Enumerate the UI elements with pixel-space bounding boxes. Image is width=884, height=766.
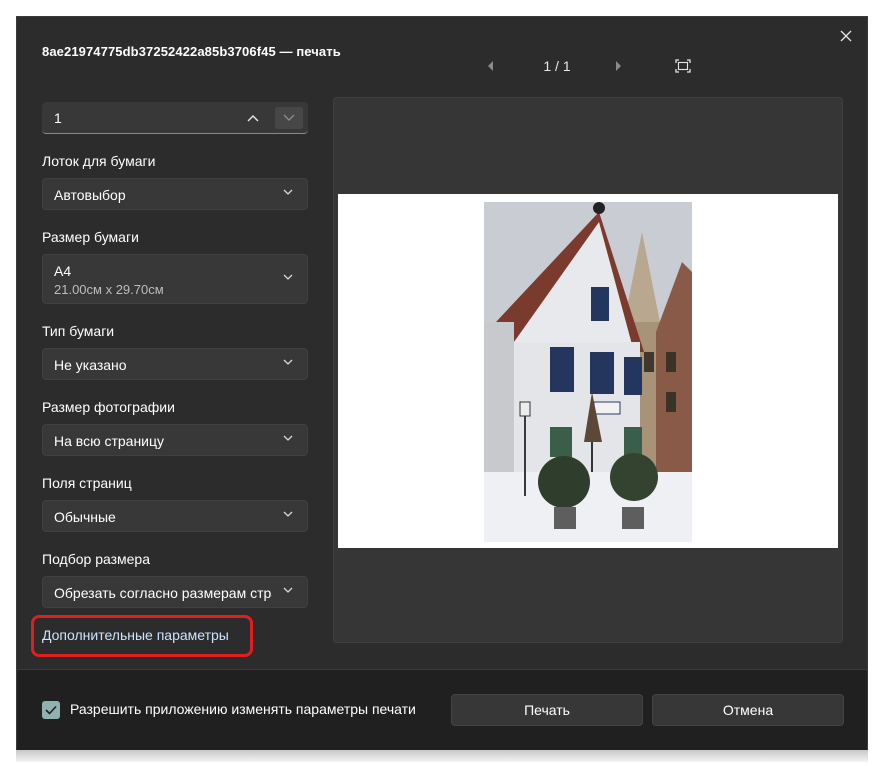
chevron-down-icon — [283, 189, 293, 195]
paper-size-select[interactable]: A4 21.00см x 29.70см — [42, 254, 308, 304]
allow-app-settings-checkbox[interactable] — [42, 701, 60, 719]
chevron-down-icon — [283, 511, 293, 517]
paper-size-value: A4 — [54, 263, 72, 279]
fit-label: Подбор размера — [42, 551, 151, 567]
paper-type-label: Тип бумаги — [42, 323, 115, 339]
paper-size-dimensions: 21.00см x 29.70см — [54, 282, 164, 297]
paper-tray-label: Лоток для бумаги — [42, 153, 156, 169]
paper-type-select[interactable]: Не указано — [42, 348, 308, 380]
chevron-down-icon — [283, 587, 293, 593]
chevron-down-icon — [283, 435, 293, 441]
close-icon — [840, 30, 852, 42]
dialog-title: 8ae21974775db37252422a85b3706f45 — печат… — [42, 44, 341, 59]
chevron-up-icon — [247, 115, 259, 122]
photo-size-label: Размер фотографии — [42, 399, 175, 415]
window-shadow — [16, 750, 868, 762]
chevron-left-icon — [488, 61, 493, 71]
highlight-frame — [31, 615, 253, 657]
copies-increase-button[interactable] — [241, 107, 265, 129]
chevron-right-icon — [616, 61, 621, 71]
paper-tray-select[interactable]: Автовыбор — [42, 178, 308, 210]
chevron-down-icon — [283, 359, 293, 365]
fit-page-icon — [675, 59, 691, 73]
page-indicator: 1 / 1 — [543, 58, 571, 74]
cancel-button[interactable]: Отмена — [652, 694, 844, 726]
fit-page-button[interactable] — [675, 57, 693, 75]
paper-type-value: Не указано — [54, 357, 127, 373]
photo-size-select[interactable]: На всю страницу — [42, 424, 308, 456]
chevron-down-icon — [283, 274, 293, 280]
copies-decrease-button[interactable] — [275, 107, 303, 129]
print-dialog: 8ae21974775db37252422a85b3706f45 — печат… — [16, 16, 868, 750]
paper-tray-value: Автовыбор — [54, 187, 126, 203]
preview-photo — [484, 202, 692, 542]
photo-size-value: На всю страницу — [54, 433, 165, 449]
previous-page-button[interactable] — [487, 57, 499, 75]
page-margins-value: Обычные — [54, 509, 116, 525]
page-margins-label: Поля страниц — [42, 475, 132, 491]
print-button[interactable]: Печать — [451, 694, 643, 726]
next-page-button[interactable] — [614, 57, 626, 75]
fit-value: Обрезать согласно размерам стра — [54, 585, 272, 601]
copies-value[interactable]: 1 — [54, 110, 62, 126]
fit-select[interactable]: Обрезать согласно размерам стра — [42, 576, 308, 608]
page-margins-select[interactable]: Обычные — [42, 500, 308, 532]
copies-stepper[interactable]: 1 — [42, 102, 308, 134]
close-button[interactable] — [835, 25, 857, 47]
chevron-down-icon — [283, 114, 295, 121]
allow-app-settings-label[interactable]: Разрешить приложению изменять параметры … — [70, 701, 416, 717]
checkmark-icon — [45, 705, 57, 715]
paper-size-label: Размер бумаги — [42, 229, 139, 245]
